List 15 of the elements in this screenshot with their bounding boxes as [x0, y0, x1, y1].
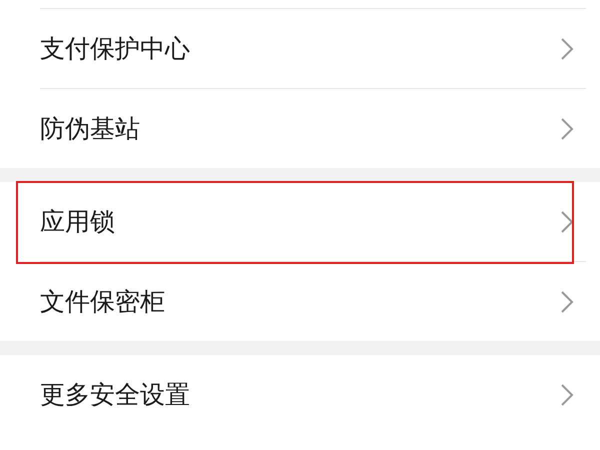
settings-row[interactable]: 文件保密柜	[0, 262, 600, 341]
chevron-right-icon	[560, 116, 574, 140]
settings-row[interactable]: 应用锁	[0, 182, 600, 261]
row-label: 防伪基站	[40, 113, 141, 145]
row-label: 更多安全设置	[40, 379, 191, 411]
settings-row[interactable]: 更多安全设置	[0, 355, 600, 434]
chevron-right-icon	[560, 210, 574, 234]
chevron-right-icon	[560, 36, 574, 60]
row-label: 文件保密柜	[40, 286, 166, 318]
row-label: 支付保护中心	[40, 33, 191, 65]
chevron-right-icon	[560, 382, 574, 406]
chevron-right-icon	[560, 290, 574, 314]
settings-row[interactable]: 防伪基站	[0, 89, 600, 168]
settings-row[interactable]: 支付保护中心	[0, 9, 600, 88]
row-label: 应用锁	[40, 206, 116, 238]
